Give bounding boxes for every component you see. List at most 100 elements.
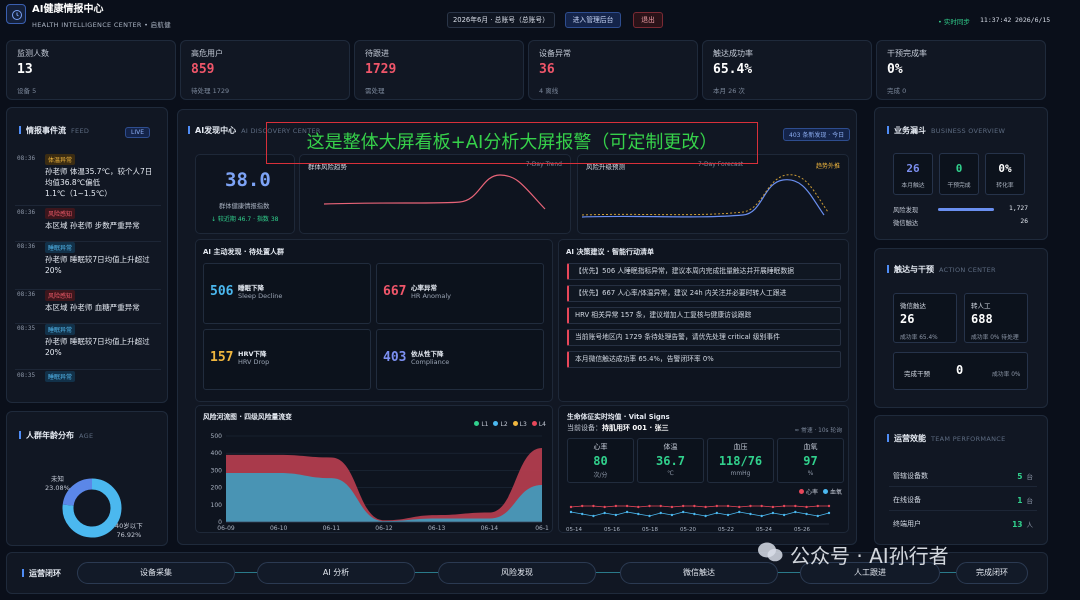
loop-step[interactable]: 完成闭环	[956, 562, 1028, 584]
kpi-label: 干预完成率	[887, 49, 927, 58]
clock-time: 11:37:42	[980, 16, 1012, 24]
feed-divider	[15, 369, 161, 370]
risk-river-card: 风险河流图 · 四级风险量流变 L1 L2 L3 L4 0 100 200 300 400 50…	[195, 405, 553, 533]
y-tick-label: 100	[211, 502, 223, 509]
discovery-tile[interactable]: 157 HRV下降 HRV Drop	[203, 329, 371, 390]
feed-item[interactable]: 08:35 睡眠异常 孙老师 睡眠较7日均值上升超过20%	[15, 324, 161, 370]
team-divider	[889, 510, 1037, 511]
discovery-label-en: HRV Drop	[238, 358, 270, 366]
discovery-label: 依从性下降	[411, 350, 444, 358]
business-row-label: 微信触达	[893, 220, 919, 227]
business-box-value: 0%	[998, 162, 1012, 175]
business-box-label: 转化率	[996, 183, 1014, 189]
feed-item[interactable]: 08:35 睡眠异常	[17, 371, 157, 416]
y-tick-label: 400	[211, 450, 223, 457]
feed-text: 孙老师 体温35.7℃，较个人7日均值36.8℃偏低1.1℃（1~1.5℃）	[45, 167, 153, 198]
team-divider	[889, 486, 1037, 487]
loop-arrow	[778, 572, 800, 573]
trend-card: 群体风险趋势 7-Day Trend	[299, 154, 571, 234]
suggestion-item[interactable]: HRV 相关异常 157 条，建议增加人工复核与健康访谈跟踪	[567, 307, 841, 324]
action-wechat-box: 微信触达 26 成功率 65.4%	[893, 293, 957, 343]
vitals-line-chart: 05-14 05-16 05-18 05-20 05-22 05-24 05-26	[566, 504, 831, 533]
forecast-lines	[581, 174, 829, 218]
discovery-count: 506	[210, 284, 234, 299]
period-select[interactable]: 2026年6月 · 总账号（总账号）	[447, 12, 555, 28]
business-title: 业务漏斗 BUSINESS OVERVIEW	[887, 125, 1005, 136]
team-row-label: 终端用户	[893, 520, 921, 528]
loop-arrow	[596, 572, 620, 573]
clock-icon	[12, 10, 22, 20]
feed-time: 08:35	[17, 325, 36, 332]
vitals-x-tick: 05-18	[642, 527, 658, 533]
action-done-box: 完成干预 0 成功率 0%	[893, 352, 1028, 390]
team-row-unit: 台	[1026, 473, 1034, 481]
kpi-sub: 完成 0	[887, 87, 907, 95]
feed-panel: 情报事件流 FEED LIVE 08:36 体温异常 孙老师 体温35.7℃，较个人7…	[6, 107, 168, 403]
kpi-label: 高危用户	[191, 49, 223, 58]
feed-tag: 睡眠异常	[45, 242, 76, 253]
health-index-value: 38.0	[225, 169, 271, 191]
health-index-card: 38.0 群体健康情报指数 ↓ 较近期 46.7 · 指数 38	[195, 154, 295, 234]
feed-tag: 睡眠异常	[45, 371, 76, 382]
feed-text: 本区域 孙老师 步数严重异常	[45, 221, 140, 230]
x-tick-label: 06-14	[481, 525, 499, 532]
feed-item[interactable]: 08:36 睡眠异常 孙老师 睡眠较7日均值上升超过20%	[15, 242, 161, 290]
team-row-value: 1	[1017, 496, 1023, 505]
vitals-card: 生命体征实时均值 · Vital Signs 当前设备：持肌用环 001 · 张…	[558, 405, 849, 533]
admin-button[interactable]: 进入管理后台	[565, 12, 621, 28]
kpi-label: 触达成功率	[713, 49, 753, 58]
team-row-unit: 人	[1026, 521, 1034, 529]
action-title: 触达与干预 ACTION CENTER	[887, 264, 996, 275]
x-tick-label: 06-13	[428, 525, 446, 532]
feed-text: 孙老师 睡眠较7日均值上升超过20%	[45, 337, 150, 357]
feed-time: 08:36	[17, 209, 36, 216]
kpi-label: 设备异常	[539, 49, 571, 58]
vitals-x-tick: 05-16	[604, 527, 620, 533]
kpi-sub: 需处理	[365, 87, 385, 95]
business-box: 0% 转化率	[985, 153, 1025, 195]
loop-step[interactable]: 微信触达	[620, 562, 778, 584]
discovery-tile[interactable]: 667 心率异常 HR Anomaly	[376, 263, 544, 324]
discovery-count: 667	[383, 284, 407, 299]
action-manual-box: 转人工 688 成功率 0% 待处理	[964, 293, 1028, 343]
discovery-badge: 403 条新发现 · 今日	[783, 128, 851, 141]
suggestion-item[interactable]: 【优先】667 人心率/体温异常，建议 24h 内关注并必要时转人工跟进	[567, 285, 841, 302]
app-logo	[6, 4, 26, 24]
health-index-change: ↓ 较近期 46.7 · 指数 38	[211, 216, 279, 223]
app-title: AI健康情报中心	[32, 4, 104, 15]
watermark-logo	[756, 541, 784, 563]
kpi-value: 859	[191, 62, 215, 77]
kpi-card: 设备异常 36 4 离线	[528, 40, 698, 100]
feed-item[interactable]: 08:36 体温异常 孙老师 体温35.7℃，较个人7日均值36.8℃偏低1.1℃（…	[15, 154, 161, 206]
y-tick-label: 500	[211, 433, 223, 440]
discovery-tile[interactable]: 403 依从性下降 Compliance	[376, 329, 544, 390]
loop-step[interactable]: 设备采集	[77, 562, 235, 584]
logout-button[interactable]: 退出	[633, 12, 663, 28]
y-tick-label: 300	[211, 467, 223, 474]
discovery-tile[interactable]: 506 睡眠下降 Sleep Decline	[203, 263, 371, 324]
suggestion-item[interactable]: 【优先】506 人睡眠指标异常，建议本周内完成批量触达并开展睡眠数据	[567, 263, 841, 280]
loop-arrow	[415, 572, 438, 573]
loop-step[interactable]: AI 分析	[257, 562, 415, 584]
kpi-card: 待跟进 1729 需处理	[354, 40, 524, 100]
kpi-value: 13	[17, 62, 33, 77]
loop-step[interactable]: 风险发现	[438, 562, 596, 584]
active-title: AI 主动发现 · 待处置人群	[203, 248, 284, 256]
team-row: 管辖设备数 5 台	[889, 471, 1037, 487]
kpi-card: 干预完成率 0% 完成 0	[876, 40, 1046, 100]
discovery-label-en: HR Anomaly	[411, 292, 451, 300]
kpi-value: 36	[539, 62, 555, 77]
suggestion-item[interactable]: 当前账号地区内 1729 条待处理告警，请优先处理 critical 级别事件	[567, 329, 841, 346]
x-tick-label: 06-12	[375, 525, 393, 532]
feed-divider	[15, 323, 161, 324]
feed-time: 08:35	[17, 372, 36, 379]
kpi-card: 高危用户 859 待处理 1729	[180, 40, 350, 100]
kpi-card: 触达成功率 65.4% 本月 26 次	[702, 40, 872, 100]
suggestion-item[interactable]: 本月微信触达成功率 65.4%，告警闭环率 0%	[567, 351, 841, 368]
kpi-sub: 4 离线	[539, 87, 559, 95]
team-row: 终端用户 13 人	[893, 519, 1033, 529]
vitals-x-tick: 05-26	[794, 527, 810, 533]
feed-text: 孙老师 睡眠较7日均值上升超过20%	[45, 255, 150, 275]
health-index-label: 群体健康情报指数	[219, 203, 270, 210]
loop-arrow	[235, 572, 257, 573]
